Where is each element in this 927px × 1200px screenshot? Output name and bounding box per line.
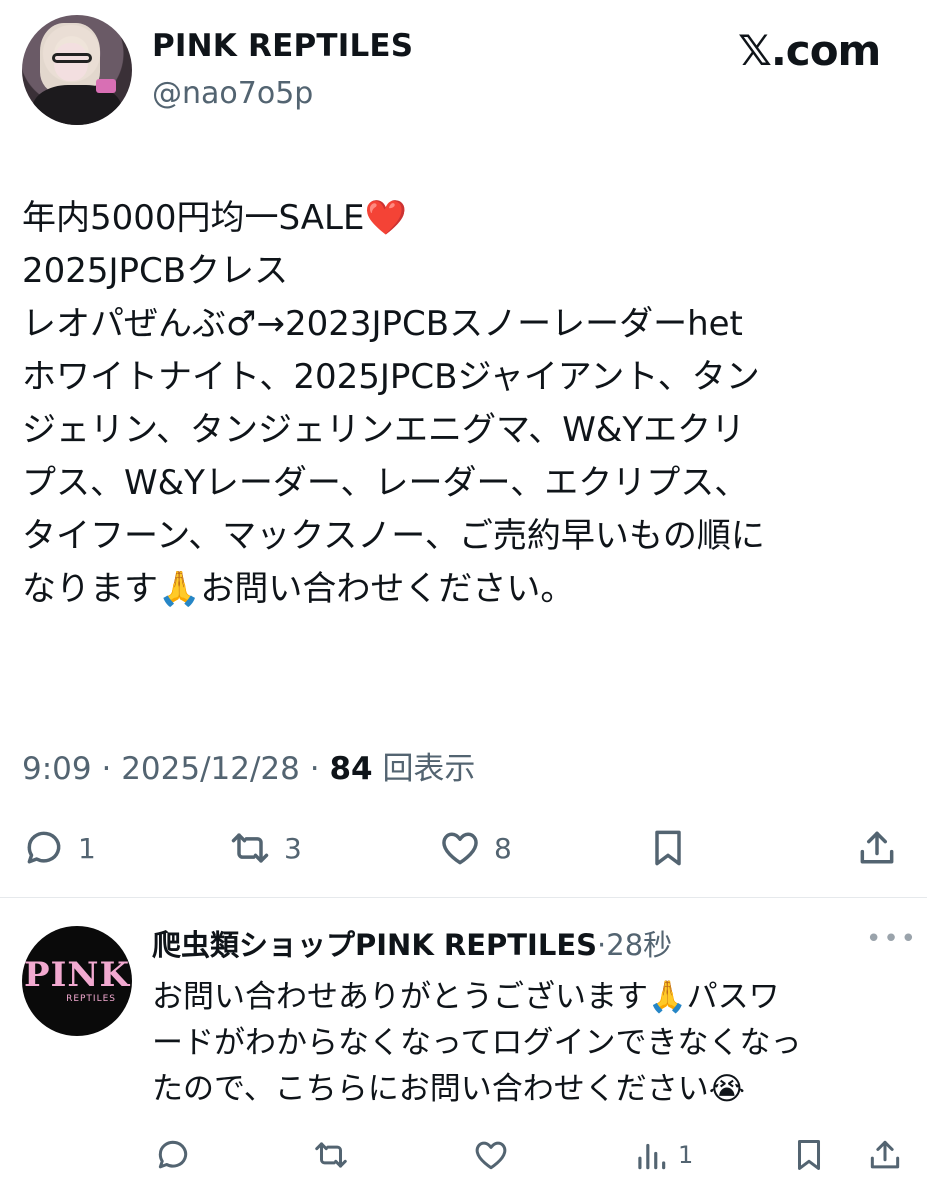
share-button[interactable] — [855, 826, 899, 870]
author-display-name[interactable]: PINK REPTILES — [152, 28, 413, 64]
share-icon — [860, 831, 894, 864]
reply-views-button[interactable]: 1 — [632, 1136, 693, 1174]
retweet-icon — [231, 833, 269, 863]
bookmark-button[interactable] — [646, 826, 690, 870]
retweet-icon — [315, 1142, 347, 1168]
reply-views-count: 1 — [678, 1141, 694, 1169]
author-handle[interactable]: @nao7o5p — [152, 76, 313, 111]
tweet-date[interactable]: 2025/12/28 — [121, 751, 300, 787]
tweet-text: 年内5000円均一SALE❤️ 2025JPCBクレス レオパぜんぶ♂→2023… — [22, 192, 912, 616]
views-count: 84 — [329, 751, 373, 787]
bookmark-icon — [797, 1140, 821, 1170]
heart-emoji-icon: ❤️ — [364, 198, 407, 238]
tweet-text-rest: 2025JPCBクレス レオパぜんぶ♂→2023JPCBスノーレーダーhet ホ… — [22, 251, 765, 609]
reply-reply-button[interactable] — [154, 1136, 192, 1174]
views-label: 回表示 — [382, 751, 476, 787]
reply-share-button[interactable] — [866, 1136, 904, 1174]
more-options-icon[interactable]: ••• — [866, 924, 918, 954]
x-logo: 𝕏.com — [738, 26, 881, 75]
tweet-text-line1: 年内5000円均一SALE — [22, 198, 365, 238]
divider — [0, 897, 927, 898]
reply-time[interactable]: 28秒 — [606, 928, 672, 962]
retweet-count: 3 — [284, 831, 302, 865]
pink-reptiles-logo: PINK — [23, 955, 131, 995]
tweet-time[interactable]: 9:09 — [22, 751, 92, 787]
reply-icon — [158, 1140, 188, 1169]
reply-retweet-button[interactable] — [312, 1136, 350, 1174]
reply-icon — [27, 831, 61, 864]
reply-like-button[interactable] — [472, 1136, 510, 1174]
author-avatar[interactable] — [22, 15, 132, 125]
analytics-icon — [638, 1143, 666, 1170]
reply-button[interactable]: 1 — [22, 826, 96, 870]
reply-header: 爬虫類ショップPINK REPTILES·28秒 — [152, 928, 673, 962]
retweet-button[interactable]: 3 — [228, 826, 302, 870]
reply-author-name[interactable]: 爬虫類ショップPINK REPTILES — [152, 928, 597, 962]
pink-reptiles-logo-sub: REPTILES — [66, 994, 116, 1004]
reply-bookmark-button[interactable] — [790, 1136, 828, 1174]
reply-author-avatar[interactable]: PINK REPTILES — [22, 926, 132, 1036]
like-count: 8 — [494, 831, 512, 865]
like-button[interactable]: 8 — [438, 826, 512, 870]
heart-icon — [475, 1141, 507, 1170]
heart-icon — [442, 832, 478, 865]
bookmark-icon — [655, 830, 681, 866]
share-icon — [870, 1140, 900, 1169]
tweet-meta: 9:09 · 2025/12/28 · 84 回表示 — [22, 751, 476, 787]
reply-text: お問い合わせありがとうございます🙏パスワ ードがわからなくなってログインできなく… — [152, 979, 802, 1107]
reply-count: 1 — [78, 831, 96, 865]
